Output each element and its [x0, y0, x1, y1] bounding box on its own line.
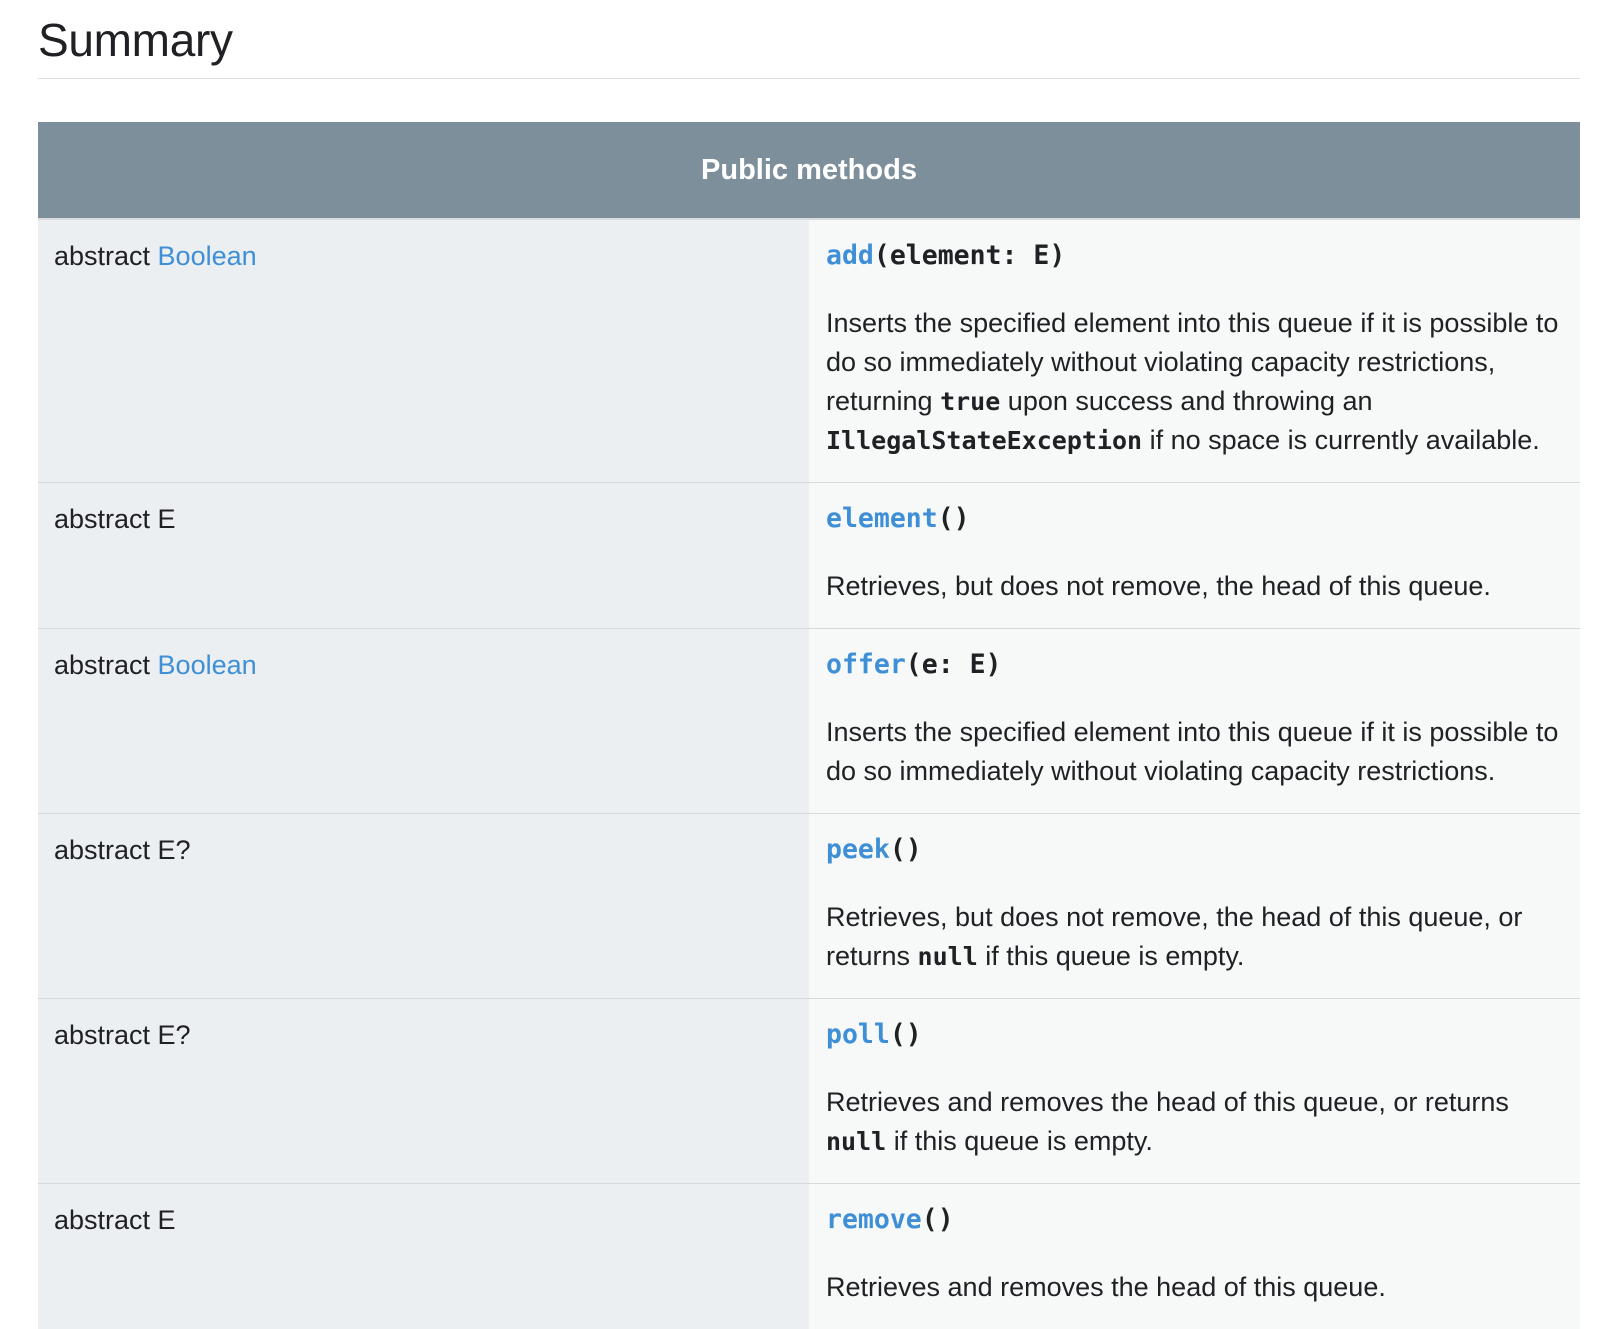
method-cell: add(element: E) Inserts the specified el…: [809, 219, 1580, 483]
description-text: Retrieves and removes the head of this q…: [826, 1087, 1509, 1117]
inline-code: true: [940, 387, 1000, 416]
method-params: (): [938, 503, 970, 534]
return-type-modifier: abstract: [54, 650, 158, 680]
return-type-modifier: abstract E?: [54, 1020, 191, 1050]
method-params: (e: E): [906, 649, 1002, 680]
method-cell: peek() Retrieves, but does not remove, t…: [809, 814, 1580, 999]
method-description: Retrieves and removes the head of this q…: [826, 1083, 1560, 1161]
table-header: Public methods: [38, 122, 1580, 219]
return-type-link[interactable]: Boolean: [158, 650, 257, 680]
description-text: if this queue is empty.: [886, 1126, 1153, 1156]
table-row: abstract E? poll() Retrieves and removes…: [38, 999, 1580, 1184]
return-type-cell: abstract E: [38, 1184, 809, 1329]
method-cell: offer(e: E) Inserts the specified elemen…: [809, 629, 1580, 814]
return-type-modifier: abstract E?: [54, 835, 191, 865]
method-cell: poll() Retrieves and removes the head of…: [809, 999, 1580, 1184]
table-row: abstract E element() Retrieves, but does…: [38, 483, 1580, 629]
method-cell: remove() Retrieves and removes the head …: [809, 1184, 1580, 1329]
method-link-peek[interactable]: peek: [826, 834, 890, 865]
return-type-cell: abstract Boolean: [38, 629, 809, 814]
description-text: if no space is currently available.: [1142, 425, 1540, 455]
return-type-cell: abstract E?: [38, 814, 809, 999]
title-divider: [38, 78, 1580, 79]
method-link-poll[interactable]: poll: [826, 1019, 890, 1050]
return-type-link[interactable]: Boolean: [158, 241, 257, 271]
table-header-row: Public methods: [38, 122, 1580, 219]
method-link-element[interactable]: element: [826, 503, 938, 534]
method-params: (element: E): [874, 240, 1065, 271]
inline-code: IllegalStateException: [826, 426, 1142, 455]
method-signature: peek(): [826, 832, 1560, 868]
method-cell: element() Retrieves, but does not remove…: [809, 483, 1580, 629]
return-type-cell: abstract Boolean: [38, 219, 809, 483]
description-text: Retrieves, but does not remove, the head…: [826, 571, 1491, 601]
table-row: abstract E? peek() Retrieves, but does n…: [38, 814, 1580, 999]
method-description: Retrieves, but does not remove, the head…: [826, 898, 1560, 976]
method-description: Inserts the specified element into this …: [826, 304, 1560, 460]
return-type-modifier: abstract: [54, 241, 158, 271]
method-description: Retrieves and removes the head of this q…: [826, 1268, 1560, 1307]
method-link-remove[interactable]: remove: [826, 1204, 922, 1235]
method-params: (): [890, 1019, 922, 1050]
method-signature: poll(): [826, 1017, 1560, 1053]
table-row: abstract E remove() Retrieves and remove…: [38, 1184, 1580, 1329]
page-title: Summary: [38, 8, 233, 72]
return-type-modifier: abstract E: [54, 504, 176, 534]
inline-code: null: [918, 942, 978, 971]
return-type-cell: abstract E?: [38, 999, 809, 1184]
method-signature: offer(e: E): [826, 647, 1560, 683]
description-text: Retrieves and removes the head of this q…: [826, 1272, 1386, 1302]
public-methods-table: Public methods abstract Boolean add(elem…: [38, 122, 1580, 1329]
method-params: (): [890, 834, 922, 865]
method-description: Inserts the specified element into this …: [826, 713, 1560, 791]
method-link-offer[interactable]: offer: [826, 649, 906, 680]
return-type-cell: abstract E: [38, 483, 809, 629]
method-signature: remove(): [826, 1202, 1560, 1238]
inline-code: null: [826, 1127, 886, 1156]
description-text: Inserts the specified element into this …: [826, 717, 1558, 786]
table-row: abstract Boolean offer(e: E) Inserts the…: [38, 629, 1580, 814]
return-type-modifier: abstract E: [54, 1205, 176, 1235]
method-signature: add(element: E): [826, 238, 1560, 274]
table-row: abstract Boolean add(element: E) Inserts…: [38, 219, 1580, 483]
description-text: upon success and throwing an: [1000, 386, 1372, 416]
method-signature: element(): [826, 501, 1560, 537]
method-params: (): [922, 1204, 954, 1235]
method-link-add[interactable]: add: [826, 240, 874, 271]
method-description: Retrieves, but does not remove, the head…: [826, 567, 1560, 606]
description-text: if this queue is empty.: [978, 941, 1245, 971]
